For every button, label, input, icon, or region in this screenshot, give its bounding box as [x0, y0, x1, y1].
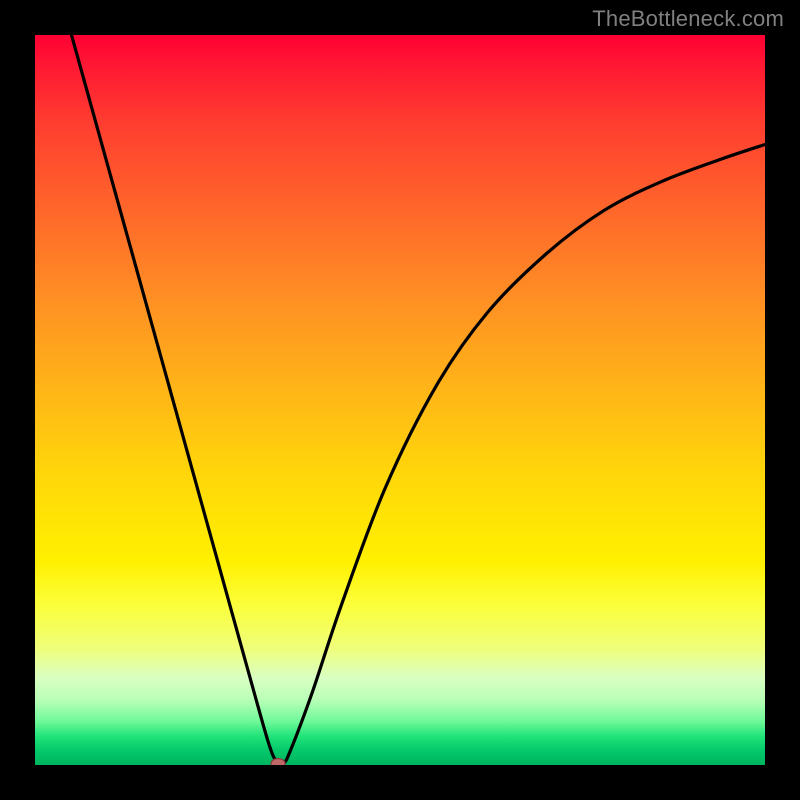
minimum-marker [271, 759, 285, 765]
chart-frame: TheBottleneck.com [0, 0, 800, 800]
bottleneck-curve [35, 35, 765, 765]
plot-area [35, 35, 765, 765]
watermark-text: TheBottleneck.com [592, 6, 784, 32]
